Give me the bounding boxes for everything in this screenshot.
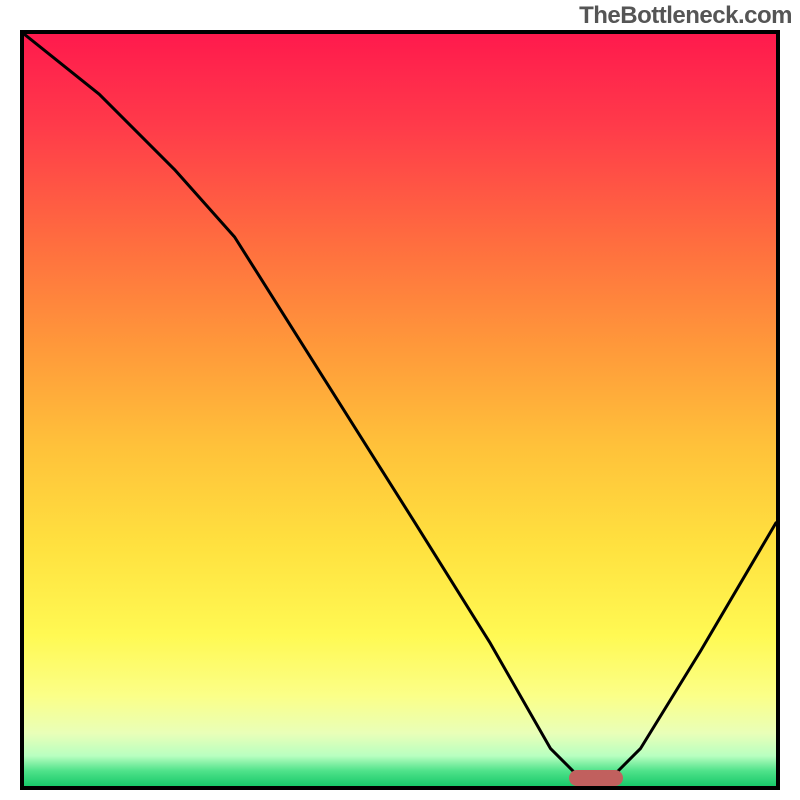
bottleneck-curve [24,34,776,786]
optimum-marker [569,770,623,786]
chart-container: TheBottleneck.com [0,0,800,800]
plot-frame [20,30,780,790]
watermark-text: TheBottleneck.com [579,2,792,30]
